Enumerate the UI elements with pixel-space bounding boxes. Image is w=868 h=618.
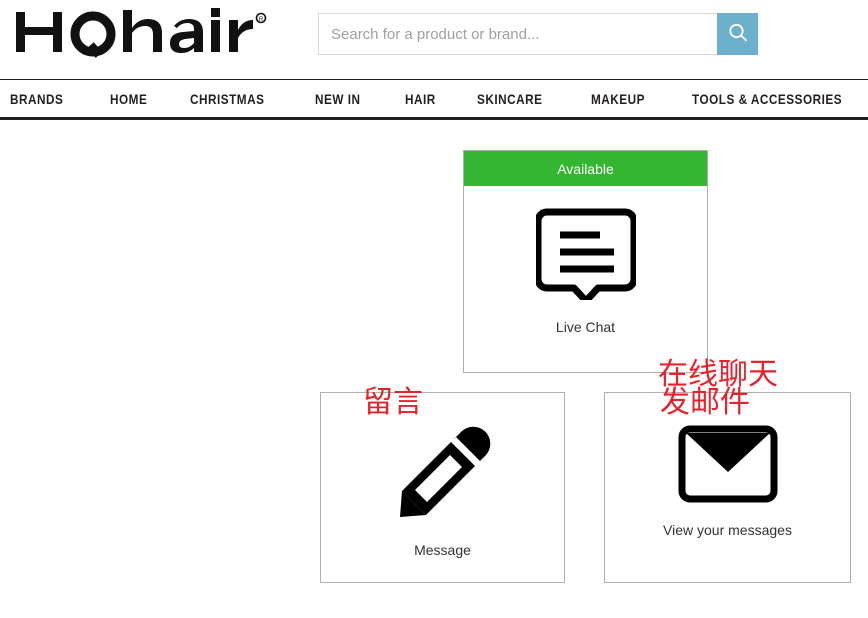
search-button[interactable] — [717, 13, 758, 55]
search-input[interactable] — [318, 13, 717, 55]
envelope-icon — [678, 425, 778, 508]
hqhair-logo[interactable]: R — [10, 6, 270, 58]
main-navigation: BRANDS HOME CHRISTMAS NEW IN HAIR SKINCA… — [0, 79, 868, 120]
speech-bubble-icon — [534, 208, 637, 305]
live-chat-label: Live Chat — [555, 319, 616, 335]
pencil-icon — [394, 425, 492, 528]
nav-item-christmas[interactable]: CHRISTMAS — [190, 91, 264, 107]
search-icon — [727, 22, 749, 47]
view-messages-card[interactable]: View your messages — [604, 392, 851, 583]
message-card[interactable]: Message — [320, 392, 565, 583]
nav-item-tools-accessories[interactable]: TOOLS & ACCESSORIES — [692, 91, 842, 107]
svg-text:R: R — [259, 17, 264, 23]
message-label: Message — [414, 542, 471, 558]
contact-options-area: Available Live Chat Message View your me… — [0, 120, 868, 618]
live-chat-card[interactable]: Available Live Chat — [463, 150, 708, 373]
site-header: R — [0, 0, 868, 79]
nav-item-skincare[interactable]: SKINCARE — [477, 91, 542, 107]
nav-item-brands[interactable]: BRANDS — [10, 91, 63, 107]
nav-item-makeup[interactable]: MAKEUP — [591, 91, 645, 107]
nav-item-home[interactable]: HOME — [110, 91, 147, 107]
nav-item-new-in[interactable]: NEW IN — [315, 91, 360, 107]
view-messages-label: View your messages — [663, 522, 792, 538]
nav-item-hair[interactable]: HAIR — [405, 91, 436, 107]
live-chat-status-badge: Available — [464, 151, 707, 186]
search-bar — [318, 13, 758, 55]
